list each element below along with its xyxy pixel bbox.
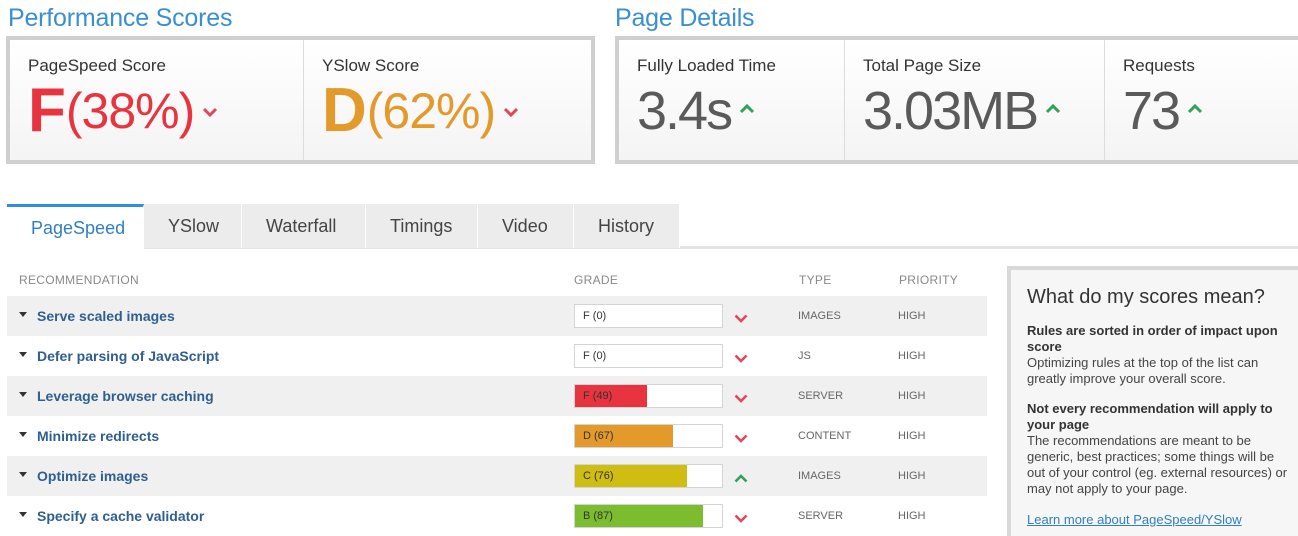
recommendation-priority: HIGH <box>898 430 926 442</box>
recommendation-type: SERVER <box>798 510 844 522</box>
fully-loaded-time-cell: Fully Loaded Time 3.4s <box>619 40 845 160</box>
recommendation-name[interactable]: Defer parsing of JavaScript <box>37 348 219 364</box>
recommendation-priority: HIGH <box>898 310 926 322</box>
yslow-score-label: YSlow Score <box>322 56 420 75</box>
column-header-type: TYPE <box>799 273 832 287</box>
pagespeed-grade-letter: F <box>28 76 66 145</box>
recommendation-name[interactable]: Serve scaled images <box>37 308 175 324</box>
recommendation-priority: HIGH <box>898 390 926 402</box>
grade-bar: B (87) <box>574 504 723 528</box>
chevron-up-icon <box>740 104 755 114</box>
chevron-down-icon <box>734 510 748 528</box>
recommendation-type: CONTENT <box>798 430 852 442</box>
grade-label: F (49) <box>583 390 613 402</box>
yslow-grade-letter: D <box>322 76 367 145</box>
chevron-down-icon <box>504 107 519 117</box>
expand-caret-icon[interactable] <box>19 312 27 317</box>
recommendation-priority: HIGH <box>898 510 926 522</box>
grade-label: F (0) <box>583 310 607 322</box>
table-row[interactable]: Serve scaled images F (0) IMAGES HIGH <box>7 296 987 336</box>
recommendation-type: SERVER <box>798 390 844 402</box>
total-page-size-value: 3.03MB <box>863 81 1039 141</box>
recommendation-name[interactable]: Specify a cache validator <box>37 508 204 524</box>
chevron-down-icon <box>734 310 748 328</box>
fully-loaded-time-label: Fully Loaded Time <box>637 56 776 75</box>
pagespeed-grade-percent: (38%) <box>65 83 195 139</box>
tab-history[interactable]: History <box>574 204 680 248</box>
info-body-2: The recommendations are meant to be gene… <box>1027 433 1288 496</box>
fully-loaded-time-value: 3.4s <box>637 81 733 141</box>
expand-caret-icon[interactable] <box>19 432 27 437</box>
recommendation-type: IMAGES <box>798 310 841 322</box>
expand-caret-icon[interactable] <box>19 352 27 357</box>
chevron-up-icon <box>1188 104 1203 114</box>
recommendation-name[interactable]: Leverage browser caching <box>37 388 214 404</box>
tab-video[interactable]: Video <box>478 204 574 248</box>
grade-label: D (67) <box>583 430 614 442</box>
chevron-down-icon <box>734 350 748 368</box>
chevron-down-icon <box>734 430 748 448</box>
requests-label: Requests <box>1123 56 1195 75</box>
table-row[interactable]: Minimize redirects D (67) CONTENT HIGH <box>7 416 987 456</box>
requests-cell: Requests 73 <box>1105 40 1298 160</box>
chevron-up-icon <box>734 470 748 488</box>
tab-pagespeed[interactable]: PageSpeed <box>7 204 144 249</box>
grade-bar: C (76) <box>574 464 723 488</box>
yslow-score-cell: YSlow Score D (62%) <box>304 40 591 160</box>
info-heading-2: Not every recommendation will apply to y… <box>1027 401 1273 432</box>
table-row[interactable]: Specify a cache validator B (87) SERVER HIG… <box>7 496 987 536</box>
recommendation-type: IMAGES <box>798 470 841 482</box>
expand-caret-icon[interactable] <box>19 472 27 477</box>
recommendation-priority: HIGH <box>898 350 926 362</box>
grade-bar: F (0) <box>574 344 723 368</box>
info-heading-1: Rules are sorted in order of impact upon… <box>1027 323 1278 354</box>
table-row[interactable]: Defer parsing of JavaScript F (0) JS HIGH <box>7 336 987 376</box>
chevron-down-icon <box>203 107 218 117</box>
chevron-up-icon <box>1046 104 1061 114</box>
info-body-1: Optimizing rules at the top of the list … <box>1027 355 1259 386</box>
column-header-recommendation: RECOMMENDATION <box>19 273 139 287</box>
performance-scores-panel: PageSpeed Score F (38%) YSlow Score D (6… <box>6 36 595 164</box>
recommendation-type: JS <box>798 350 811 362</box>
learn-more-link[interactable]: Learn more about PageSpeed/YSlow <box>1027 512 1242 527</box>
tab-yslow[interactable]: YSlow <box>144 204 242 248</box>
scores-info-panel: What do my scores mean? Rules are sorted… <box>1007 266 1298 536</box>
yslow-grade-percent: (62%) <box>366 83 496 139</box>
total-page-size-label: Total Page Size <box>863 56 982 75</box>
column-header-priority: PRIORITY <box>899 273 959 287</box>
page-details-title: Page Details <box>615 4 755 32</box>
expand-caret-icon[interactable] <box>19 392 27 397</box>
pagespeed-score-cell: PageSpeed Score F (38%) <box>10 40 304 160</box>
grade-bar: D (67) <box>574 424 723 448</box>
performance-scores-title: Performance Scores <box>8 4 233 32</box>
grade-label: C (76) <box>583 470 614 482</box>
expand-caret-icon[interactable] <box>19 512 27 517</box>
tab-timings[interactable]: Timings <box>366 204 478 248</box>
recommendation-table: Serve scaled images F (0) IMAGES HIGH Defer … <box>7 296 987 536</box>
grade-label: B (87) <box>583 510 613 522</box>
recommendation-priority: HIGH <box>898 470 926 482</box>
table-row[interactable]: Leverage browser caching F (49) SERVER HIGH <box>7 376 987 416</box>
table-row[interactable]: Optimize images C (76) IMAGES HIGH <box>7 456 987 496</box>
pagespeed-score-label: PageSpeed Score <box>28 56 166 75</box>
report-tabs: PageSpeed YSlow Waterfall Timings Video … <box>7 204 680 249</box>
chevron-down-icon <box>734 390 748 408</box>
grade-bar: F (49) <box>574 384 723 408</box>
tab-waterfall[interactable]: Waterfall <box>242 204 366 248</box>
grade-label: F (0) <box>583 350 607 362</box>
recommendation-name[interactable]: Minimize redirects <box>37 428 159 444</box>
column-header-grade: GRADE <box>574 273 619 287</box>
total-page-size-cell: Total Page Size 3.03MB <box>845 40 1105 160</box>
page-details-panel: Fully Loaded Time 3.4s Total Page Size 3… <box>615 36 1298 164</box>
info-title: What do my scores mean? <box>1027 286 1265 308</box>
recommendation-name[interactable]: Optimize images <box>37 468 148 484</box>
requests-value: 73 <box>1123 81 1181 141</box>
grade-bar: F (0) <box>574 304 723 328</box>
